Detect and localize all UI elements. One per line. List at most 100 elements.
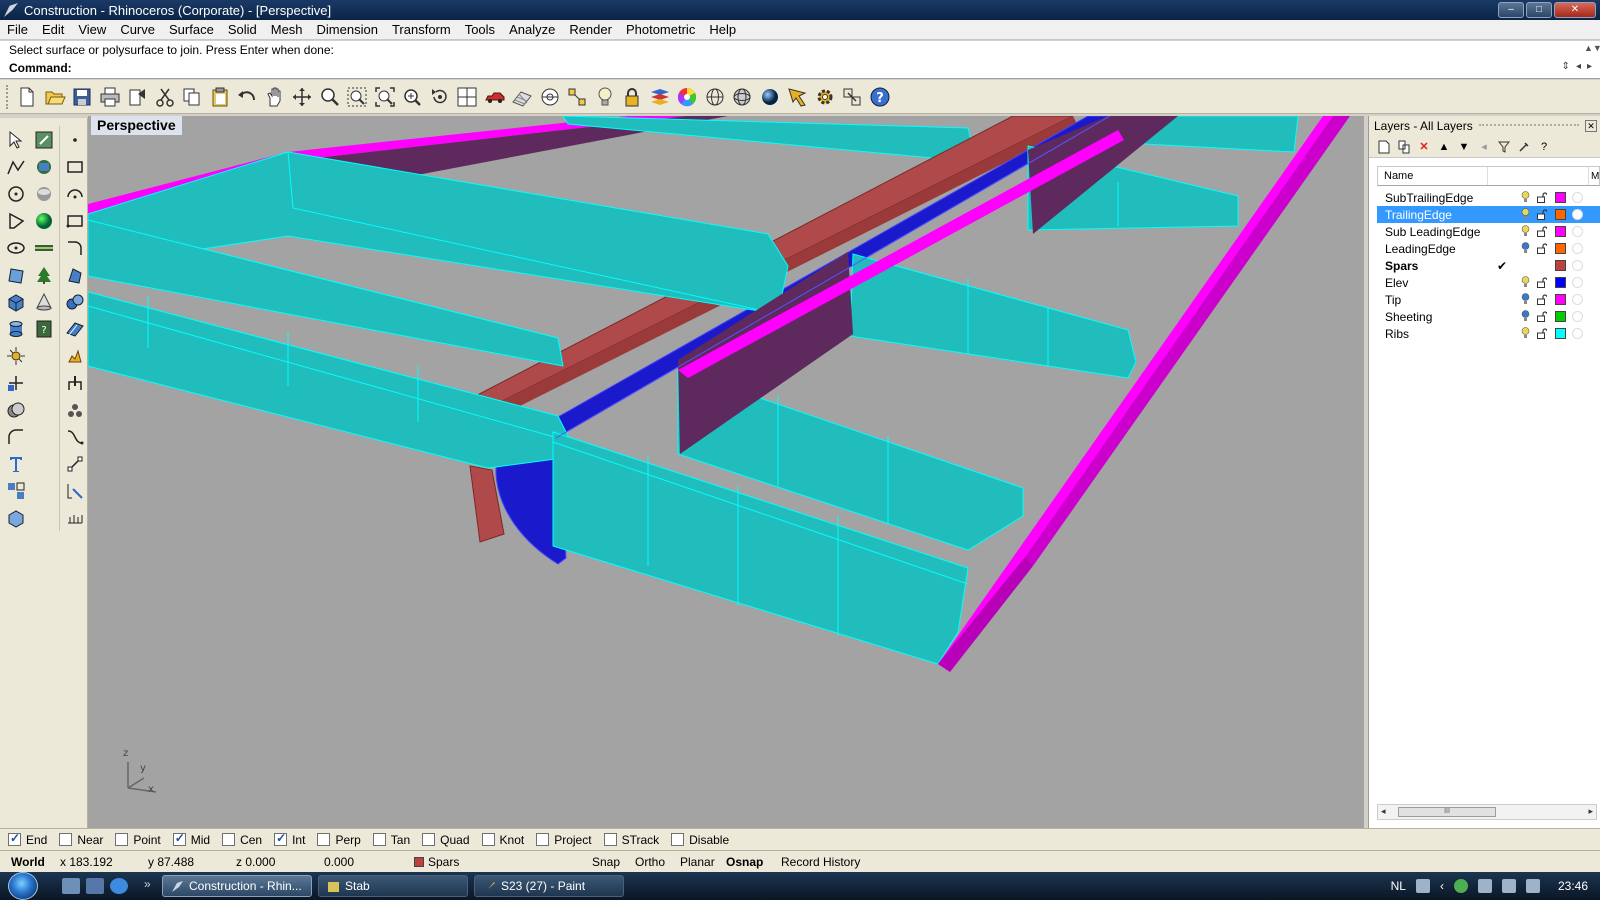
layer-name[interactable]: LeadingEdge [1385, 242, 1456, 256]
tray-expand-icon[interactable]: ‹ [1440, 879, 1444, 893]
rotate-view-icon[interactable] [289, 84, 315, 110]
menu-solid[interactable]: Solid [221, 22, 264, 37]
close-button[interactable]: ✕ [1554, 2, 1596, 18]
layer-icon[interactable] [647, 84, 673, 110]
layer-row[interactable]: Tip [1377, 291, 1600, 308]
osnap-disable[interactable]: Disable [671, 833, 729, 847]
command-prompt[interactable]: Command: [9, 61, 72, 75]
command-right-arrow-icon[interactable]: ▸ [1587, 61, 1592, 72]
start-button[interactable] [8, 872, 38, 900]
zoom-selected-icon[interactable] [399, 84, 425, 110]
layer-name[interactable]: SubTrailingEdge [1385, 191, 1473, 205]
layer-name[interactable]: Sub LeadingEdge [1385, 225, 1480, 239]
osnap-project[interactable]: Project [536, 833, 592, 847]
offset-surface-icon[interactable] [61, 315, 88, 342]
layer-visible-bulb-icon[interactable] [1521, 208, 1530, 220]
lightbulb-icon[interactable] [592, 84, 618, 110]
trim-icon[interactable] [2, 369, 29, 396]
scroll-thumb[interactable]: III [1398, 807, 1496, 817]
render-sphere-icon[interactable] [757, 84, 783, 110]
layer-row[interactable]: SubTrailingEdge [1377, 189, 1600, 206]
pan-hand-icon[interactable] [262, 84, 288, 110]
layer-material-icon[interactable] [1572, 277, 1583, 288]
block-icon[interactable] [2, 504, 29, 531]
menu-curve[interactable]: Curve [113, 22, 162, 37]
explode-icon[interactable] [2, 342, 29, 369]
column-name[interactable]: Name [1378, 167, 1488, 185]
menu-dimension[interactable]: Dimension [310, 22, 385, 37]
scroll-left-icon[interactable]: ◂ [1381, 806, 1386, 817]
copy-icon[interactable] [179, 84, 205, 110]
layer-unlocked-icon[interactable] [1537, 328, 1547, 339]
save-icon[interactable] [69, 84, 95, 110]
osnap-toggle[interactable]: Osnap [726, 855, 763, 869]
viewport-scene[interactable] [88, 116, 1364, 828]
layer-visible-bulb-icon[interactable] [1521, 276, 1530, 288]
toolbar-grip[interactable] [6, 84, 10, 109]
osnap-perp[interactable]: Perp [317, 833, 361, 847]
layer-unlocked-icon[interactable] [1537, 277, 1547, 288]
layer-material-icon[interactable] [1572, 260, 1583, 271]
menu-photometric[interactable]: Photometric [619, 22, 702, 37]
osnap-checkbox[interactable] [274, 831, 288, 846]
volume-icon[interactable] [1525, 879, 1540, 893]
new-layer-icon[interactable] [1377, 140, 1391, 154]
fillet-icon[interactable] [2, 423, 29, 450]
polyline-icon[interactable] [2, 153, 29, 180]
box-icon[interactable] [2, 288, 29, 315]
circle-icon[interactable] [2, 180, 29, 207]
select-points-icon[interactable] [564, 84, 590, 110]
layer-color-swatch[interactable] [1555, 209, 1566, 220]
osnap-checkbox[interactable] [172, 831, 186, 846]
snap-icon[interactable] [839, 84, 865, 110]
point-icon[interactable] [61, 126, 88, 153]
dimension-icon[interactable] [61, 450, 88, 477]
command-spin-icon[interactable]: ⇕ [1562, 61, 1570, 72]
layer-row[interactable]: LeadingEdge [1377, 240, 1600, 257]
osnap-knot[interactable]: Knot [481, 833, 524, 847]
osnap-checkbox[interactable] [8, 831, 21, 846]
split-icon[interactable] [61, 369, 88, 396]
language-indicator[interactable]: NL [1391, 879, 1406, 893]
osnap-checkbox[interactable] [115, 833, 129, 846]
arc-icon[interactable] [61, 180, 88, 207]
cage-edit-icon[interactable] [61, 396, 88, 423]
menu-analyze[interactable]: Analyze [502, 22, 562, 37]
layer-name[interactable]: Sheeting [1385, 310, 1432, 324]
osnap-checkbox[interactable] [422, 833, 436, 846]
layer-color-swatch[interactable] [1555, 192, 1566, 203]
current-layer[interactable]: Spars [428, 855, 459, 869]
target-icon[interactable] [537, 84, 563, 110]
layer-tools-icon[interactable] [1517, 140, 1531, 154]
layer-material-icon[interactable] [1572, 243, 1583, 254]
layer-unlocked-icon[interactable] [1537, 226, 1547, 237]
analysis-icon[interactable] [784, 84, 810, 110]
layer-unlocked-icon[interactable] [1537, 209, 1547, 220]
osnap-checkbox[interactable] [481, 833, 495, 846]
layer-material-icon[interactable] [1572, 294, 1583, 305]
menu-view[interactable]: View [71, 22, 113, 37]
layer-color-swatch[interactable] [1555, 294, 1566, 305]
ortho-toggle[interactable]: Ortho [635, 855, 665, 869]
tree-icon[interactable] [30, 261, 57, 288]
undo-view-icon[interactable] [427, 84, 453, 110]
command-history-scroll[interactable]: ▲▼ [1584, 43, 1600, 57]
current-layer-check[interactable]: ✔ [1497, 259, 1507, 273]
zoom-icon[interactable] [317, 84, 343, 110]
layer-row[interactable]: Elev [1377, 274, 1600, 291]
osnap-tan[interactable]: Tan [372, 833, 410, 847]
paste-icon[interactable] [207, 84, 233, 110]
taskbar-item-rhino[interactable]: Construction - Rhin... [162, 875, 312, 897]
blend-curve-icon[interactable] [61, 423, 88, 450]
grid-icon[interactable] [509, 84, 535, 110]
layer-color-swatch[interactable] [1555, 260, 1566, 271]
car-icon[interactable] [482, 84, 508, 110]
osnap-checkbox[interactable] [671, 833, 685, 846]
text-icon[interactable] [2, 450, 29, 477]
layer-visible-bulb-icon[interactable] [1521, 327, 1530, 339]
layer-color-swatch[interactable] [1555, 311, 1566, 322]
sphere-icon[interactable] [30, 207, 57, 234]
move-out-icon[interactable]: ◂ [1477, 140, 1491, 154]
layer-color-swatch[interactable] [1555, 243, 1566, 254]
filter-icon[interactable] [1497, 140, 1511, 154]
